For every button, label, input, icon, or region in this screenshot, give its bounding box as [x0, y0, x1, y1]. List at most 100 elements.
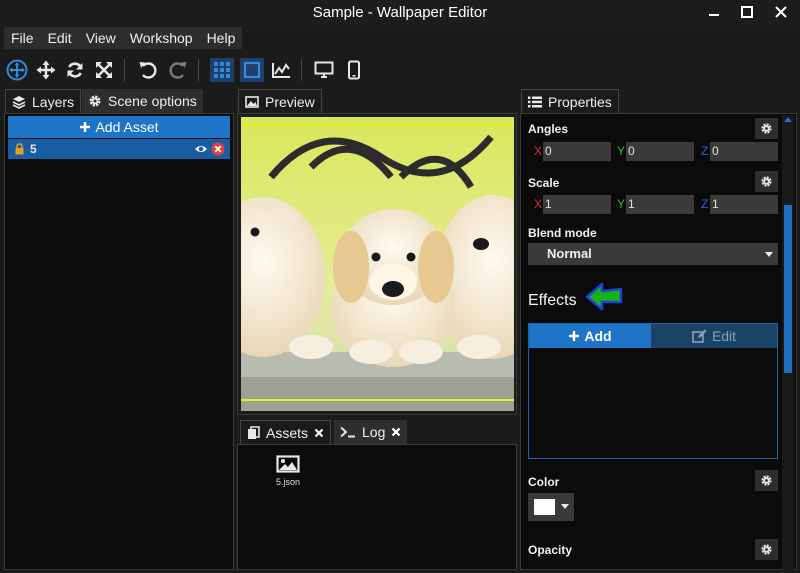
caret-down-icon — [561, 504, 569, 509]
desktop-preview-button[interactable] — [312, 58, 336, 82]
angles-y-field[interactable]: 0 — [626, 142, 694, 161]
move-button[interactable] — [34, 58, 58, 82]
arrow-pointer-icon — [585, 282, 623, 311]
redo-button[interactable] — [166, 58, 190, 82]
angles-z-field[interactable]: 0 — [710, 142, 778, 161]
chart-icon — [272, 63, 290, 78]
delete-icon[interactable] — [211, 142, 225, 156]
properties-scrollbar[interactable] — [782, 115, 794, 570]
terminal-icon — [340, 426, 355, 438]
menu-edit[interactable]: Edit — [41, 27, 79, 49]
eye-icon[interactable] — [194, 144, 208, 154]
files-icon — [248, 425, 260, 439]
menu-view[interactable]: View — [79, 27, 123, 49]
frame-toggle[interactable] — [240, 58, 264, 82]
undo-icon — [139, 62, 157, 79]
maximize-button[interactable] — [732, 2, 762, 24]
scale-settings-button[interactable] — [755, 171, 778, 192]
edit-effect-label: Edit — [711, 328, 737, 344]
layer-row[interactable]: 5 — [8, 139, 230, 159]
move-icon — [36, 60, 56, 80]
toolbar-separator — [198, 59, 199, 81]
close-tab-icon[interactable] — [314, 428, 324, 438]
scrollbar-thumb[interactable] — [784, 205, 792, 373]
tab-scene-options[interactable]: Scene options — [82, 89, 203, 113]
tab-layers-label: Layers — [32, 93, 75, 110]
minimize-icon — [709, 14, 719, 16]
angles-x-field[interactable]: 0 — [543, 142, 611, 161]
scale-button[interactable] — [92, 58, 116, 82]
add-effect-label: Add — [584, 328, 612, 344]
minimize-button[interactable] — [699, 2, 729, 24]
close-icon — [775, 6, 787, 18]
mobile-preview-button[interactable] — [342, 58, 366, 82]
add-effect-button[interactable]: Add — [529, 324, 651, 348]
layers-panel — [4, 113, 234, 570]
scale-z-field[interactable]: 1 — [710, 195, 778, 214]
tab-log[interactable]: Log — [334, 420, 408, 444]
toolbar-separator — [124, 59, 125, 81]
list-icon — [528, 96, 542, 107]
tab-properties-label: Properties — [548, 93, 612, 110]
image-icon — [245, 95, 259, 108]
angles-label: Angles — [528, 122, 569, 136]
tab-log-label: Log — [362, 424, 386, 440]
plus-icon — [569, 331, 580, 341]
close-button[interactable] — [766, 2, 796, 24]
color-settings-button[interactable] — [755, 470, 778, 491]
add-asset-button[interactable]: Add Asset — [8, 116, 230, 138]
performance-button[interactable] — [269, 58, 293, 82]
layer-name: 5 — [30, 142, 37, 156]
opacity-settings-button[interactable] — [755, 539, 778, 560]
undo-button[interactable] — [136, 58, 160, 82]
mobile-icon — [348, 60, 360, 80]
scene-preview[interactable] — [241, 117, 514, 411]
move-gizmo-button[interactable] — [5, 58, 29, 82]
grid-icon — [214, 62, 230, 78]
menu-file[interactable]: File — [4, 27, 41, 49]
tab-scene-options-label: Scene options — [108, 93, 197, 109]
effects-title: Effects — [528, 292, 577, 309]
axis-y-label: Y — [617, 197, 626, 211]
maximize-icon — [741, 6, 753, 18]
image-file-icon — [276, 455, 300, 473]
rotate-icon — [67, 62, 83, 78]
blend-mode-value: Normal — [547, 246, 592, 261]
rotate-button[interactable] — [63, 58, 87, 82]
axis-z-label: Z — [701, 197, 709, 211]
title-bar: Sample - Wallpaper Editor — [0, 0, 800, 26]
color-swatch — [534, 499, 555, 515]
layers-icon — [12, 95, 26, 109]
scale-x-field[interactable]: 1 — [543, 195, 611, 214]
add-asset-label: Add Asset — [95, 119, 159, 135]
opacity-label: Opacity — [528, 543, 573, 557]
edit-effect-button[interactable]: Edit — [651, 324, 777, 348]
close-tab-icon[interactable] — [391, 427, 401, 437]
preview-image — [241, 117, 514, 411]
plus-icon — [80, 122, 91, 132]
gear-icon — [761, 123, 772, 134]
gear-icon — [761, 475, 772, 486]
asset-item[interactable]: 5.json — [268, 455, 308, 491]
tab-assets[interactable]: Assets — [240, 420, 332, 444]
tab-layers[interactable]: Layers — [5, 89, 82, 113]
angles-settings-button[interactable] — [755, 118, 778, 139]
menu-help[interactable]: Help — [200, 27, 243, 49]
lock-icon — [15, 143, 24, 155]
caret-down-icon — [765, 252, 773, 257]
gear-icon — [89, 95, 101, 107]
toolbar — [0, 54, 800, 86]
menu-workshop[interactable]: Workshop — [123, 27, 200, 49]
scale-label: Scale — [528, 176, 560, 190]
tab-preview[interactable]: Preview — [238, 89, 322, 113]
tab-properties[interactable]: Properties — [521, 89, 619, 113]
grid-toggle[interactable] — [210, 58, 234, 82]
axis-y-label: Y — [617, 144, 626, 158]
tab-preview-label: Preview — [265, 93, 315, 110]
gear-icon — [761, 176, 772, 187]
color-picker-button[interactable] — [528, 493, 574, 521]
tab-assets-label: Assets — [266, 424, 309, 441]
blend-mode-label: Blend mode — [528, 226, 597, 240]
blend-mode-select[interactable]: Normal — [528, 243, 778, 265]
scale-y-field[interactable]: 1 — [626, 195, 694, 214]
